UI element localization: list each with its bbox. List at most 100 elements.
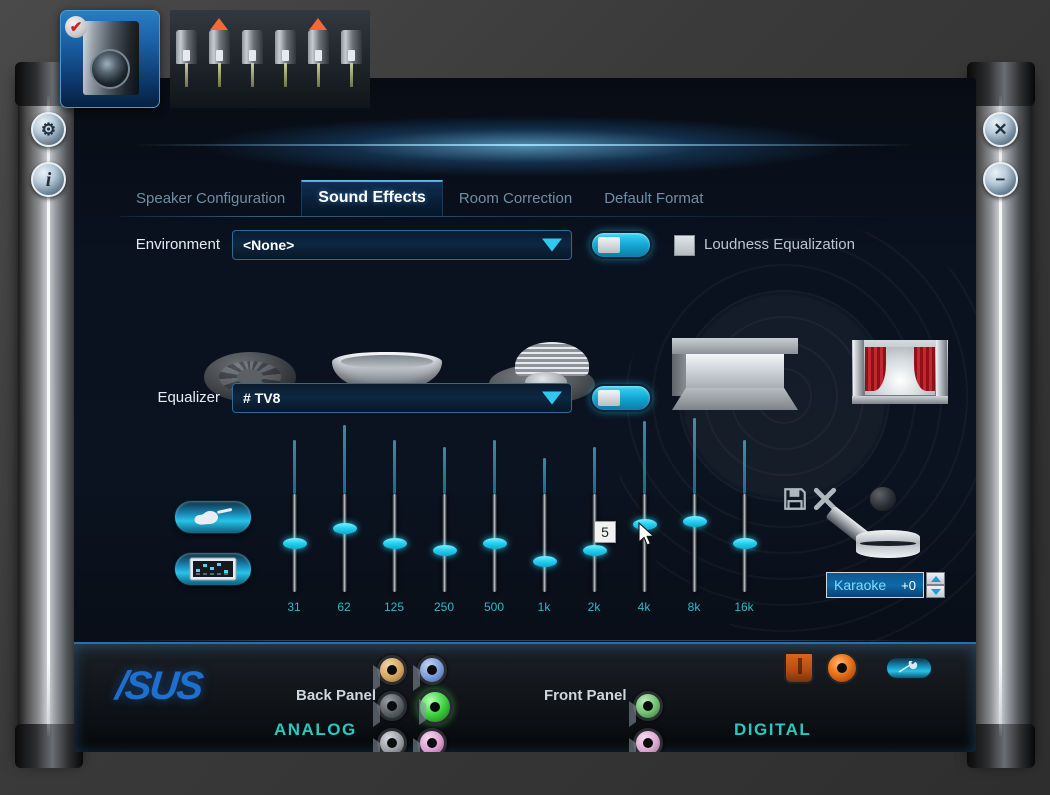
eq-thumb-250[interactable] (433, 544, 457, 556)
floppy-save-icon[interactable] (782, 486, 808, 512)
eq-frequency-label: 62 (337, 600, 351, 614)
tab-speaker-configuration[interactable]: Speaker Configuration (120, 183, 301, 216)
audio-manager-window: ⚙ i ✕ − Speaker Configuration Sound Effe… (15, 62, 1035, 768)
connector-preview-strip (170, 10, 370, 108)
volume-separator (108, 640, 944, 641)
jack-rear-out[interactable] (413, 655, 447, 691)
speaker-cone (90, 49, 130, 89)
karaoke-increase-button[interactable] (926, 572, 945, 585)
environment-dropdown[interactable]: <None> (232, 230, 572, 260)
loudness-equalization-checkbox[interactable] (674, 235, 695, 256)
optical-port-icon[interactable] (784, 652, 814, 684)
asus-logo: /SUS (113, 664, 204, 708)
tab-sound-effects[interactable]: Sound Effects (301, 180, 443, 216)
preview-plug (236, 16, 269, 102)
eq-frequency-label: 125 (383, 600, 405, 614)
instrument-preset-button[interactable] (174, 500, 252, 534)
karaoke-value: +0 (901, 577, 916, 593)
eq-track[interactable] (342, 494, 347, 592)
env-preset-concert-hall[interactable] (852, 336, 948, 408)
environment-toggle[interactable] (590, 231, 652, 259)
chevron-down-icon (542, 391, 562, 405)
back-panel-label: Back Panel (296, 687, 377, 704)
connector-settings-button[interactable] (886, 657, 932, 679)
eq-thumb-1k[interactable] (533, 555, 557, 567)
jack-front-headphone[interactable] (629, 691, 663, 727)
preview-plug (170, 16, 203, 102)
chevron-up-icon (930, 575, 941, 582)
karaoke-decrease-button[interactable] (926, 585, 945, 598)
eq-frequency-label: 16k (734, 600, 754, 614)
information-button[interactable]: i (31, 162, 66, 197)
karaoke-selector[interactable]: Karaoke +0 (826, 572, 924, 598)
preview-plug (335, 16, 368, 102)
eq-frequency-label: 8k (687, 600, 701, 614)
equalizer-label: Equalizer (157, 389, 220, 406)
jack-center-subwoofer[interactable] (373, 655, 407, 691)
eq-thumb-2k[interactable] (583, 544, 607, 556)
chevron-down-icon (930, 588, 941, 595)
env-preset-hallway[interactable] (672, 338, 798, 410)
graphic-eq-button[interactable] (174, 552, 252, 586)
tab-label: Room Correction (458, 190, 573, 207)
tab-label: Default Format (604, 190, 704, 207)
jack-front-microphone[interactable] (629, 728, 663, 752)
eq-track-glow (343, 425, 346, 494)
jack-microphone-in[interactable] (413, 728, 447, 752)
eq-track[interactable] (442, 494, 447, 592)
eq-track[interactable] (692, 494, 697, 592)
device-tab-speakers[interactable]: ✔ (60, 10, 160, 108)
close-button[interactable]: ✕ (983, 112, 1018, 147)
eq-thumb-8k[interactable] (683, 515, 707, 527)
eq-thumb-16k[interactable] (733, 537, 757, 549)
eq-thumb-500[interactable] (483, 537, 507, 549)
room-icon (672, 338, 798, 410)
eq-track-glow (693, 417, 696, 494)
karaoke-spinner (926, 572, 945, 598)
equalizer-dropdown[interactable]: # TV8 (232, 383, 572, 413)
main-content-panel: Speaker Configuration Sound Effects Room… (74, 78, 976, 752)
equalizer-band-sliders: 31 62 125 250 500 1k 2k 4k 8k 16k (274, 417, 764, 620)
tab-default-format[interactable]: Default Format (588, 183, 719, 216)
karaoke-block: Karaoke +0 (825, 482, 956, 598)
tab-label: Speaker Configuration (136, 190, 286, 207)
eq-thumb-31[interactable] (283, 537, 307, 549)
eq-track-glow (293, 439, 296, 494)
jack-line-in[interactable] (373, 728, 407, 752)
karaoke-field: Karaoke +0 (826, 572, 956, 598)
top-glow (74, 114, 976, 178)
tab-room-correction[interactable]: Room Correction (443, 183, 588, 216)
karaoke-name: Karaoke (834, 577, 887, 593)
window-left-rail: ⚙ i (15, 62, 83, 768)
jack-side-out[interactable] (373, 691, 407, 727)
guitar-icon (194, 508, 233, 525)
eq-frequency-label: 500 (483, 600, 505, 614)
equalizer-toggle[interactable] (590, 384, 652, 412)
check-icon: ✔ (69, 19, 83, 36)
equalizer-preset-buttons (174, 500, 252, 604)
microphone-lips-icon (825, 482, 926, 568)
eq-thumb-62[interactable] (333, 523, 357, 534)
close-icon: ✕ (993, 120, 1008, 139)
eq-thumb-125[interactable] (383, 537, 407, 549)
environment-value: <None> (243, 237, 295, 253)
top-glow-line (134, 144, 916, 146)
eq-track-glow (593, 446, 596, 494)
eq-frequency-label: 2k (587, 600, 601, 614)
eq-track-glow (493, 439, 496, 494)
connector-panel: /SUS Back Panel ANALOG Front Panel DIGIT… (74, 642, 976, 752)
equalizer-value: # TV8 (243, 390, 281, 406)
window-right-rail: ✕ − (967, 62, 1035, 768)
eq-track-glow (743, 439, 746, 494)
gear-icon: ⚙ (40, 120, 57, 139)
eq-track[interactable] (542, 494, 547, 592)
eq-frequency-label: 4k (637, 600, 651, 614)
active-device-check: ✔ (65, 16, 87, 38)
chevron-down-icon (542, 238, 562, 252)
jack-line-out[interactable] (417, 689, 453, 725)
minimize-button[interactable]: − (983, 162, 1018, 197)
coaxial-port-icon[interactable] (826, 652, 858, 684)
toggle-knob (598, 237, 620, 253)
environment-preset-icons (204, 330, 964, 430)
device-tab-strip: ✔ (60, 10, 380, 122)
